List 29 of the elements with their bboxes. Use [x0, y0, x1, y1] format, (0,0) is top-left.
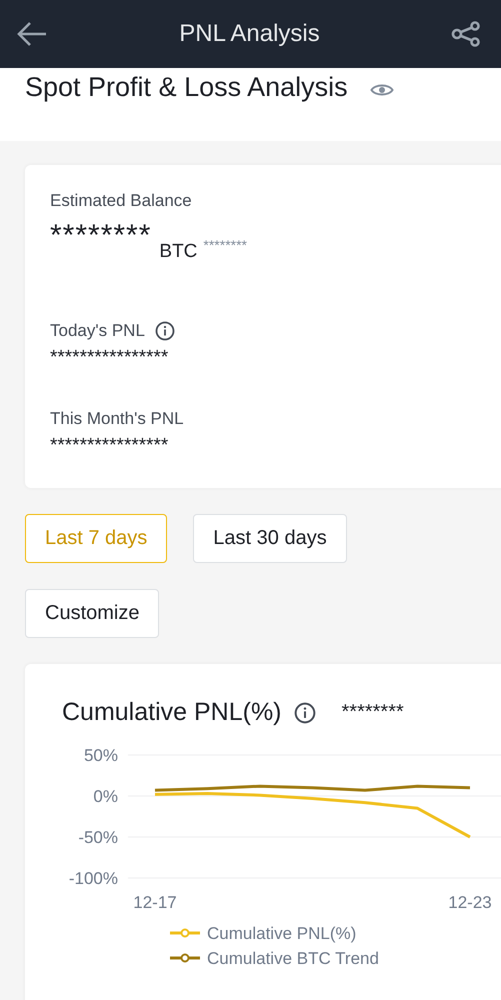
stat-value: **************** — [50, 347, 170, 369]
legend-label: Cumulative BTC Trend — [207, 949, 379, 968]
screen-title: PNL Analysis — [179, 20, 320, 48]
legend-marker-icon — [170, 954, 200, 962]
info-icon[interactable] — [154, 321, 175, 341]
chart-value: ******** — [342, 701, 404, 724]
y-tick-label: 0% — [93, 787, 118, 806]
back-arrow-icon[interactable] — [16, 20, 48, 48]
chart-title: Cumulative PNL(%) — [62, 698, 282, 727]
balance-unit: BTC — [159, 241, 198, 263]
stat-label: Today's PNL — [50, 321, 145, 341]
balance-label: Estimated Balance — [50, 191, 193, 211]
range-button[interactable]: Last 30 days — [193, 514, 347, 563]
x-tick-label: 12-17 — [133, 893, 177, 912]
balance-value: ******** — [50, 219, 152, 253]
legend-label: Cumulative PNL(%) — [207, 924, 356, 943]
y-tick-label: -50% — [78, 828, 118, 847]
eye-icon[interactable] — [370, 82, 394, 98]
stat-value: **************** — [50, 435, 170, 457]
x-tick-label: 12-23 — [448, 893, 492, 912]
y-tick-label: 50% — [84, 746, 118, 765]
balance-secondary: ******** — [203, 237, 247, 253]
share-icon[interactable] — [450, 21, 481, 47]
range-button[interactable]: Customize — [25, 589, 160, 638]
stat-label: This Month's PNL — [50, 409, 184, 429]
page-title: Spot Profit & Loss Analysis — [25, 72, 348, 103]
y-tick-label: -100% — [68, 869, 118, 888]
legend-marker-icon — [170, 928, 200, 938]
info-icon[interactable] — [294, 702, 316, 724]
